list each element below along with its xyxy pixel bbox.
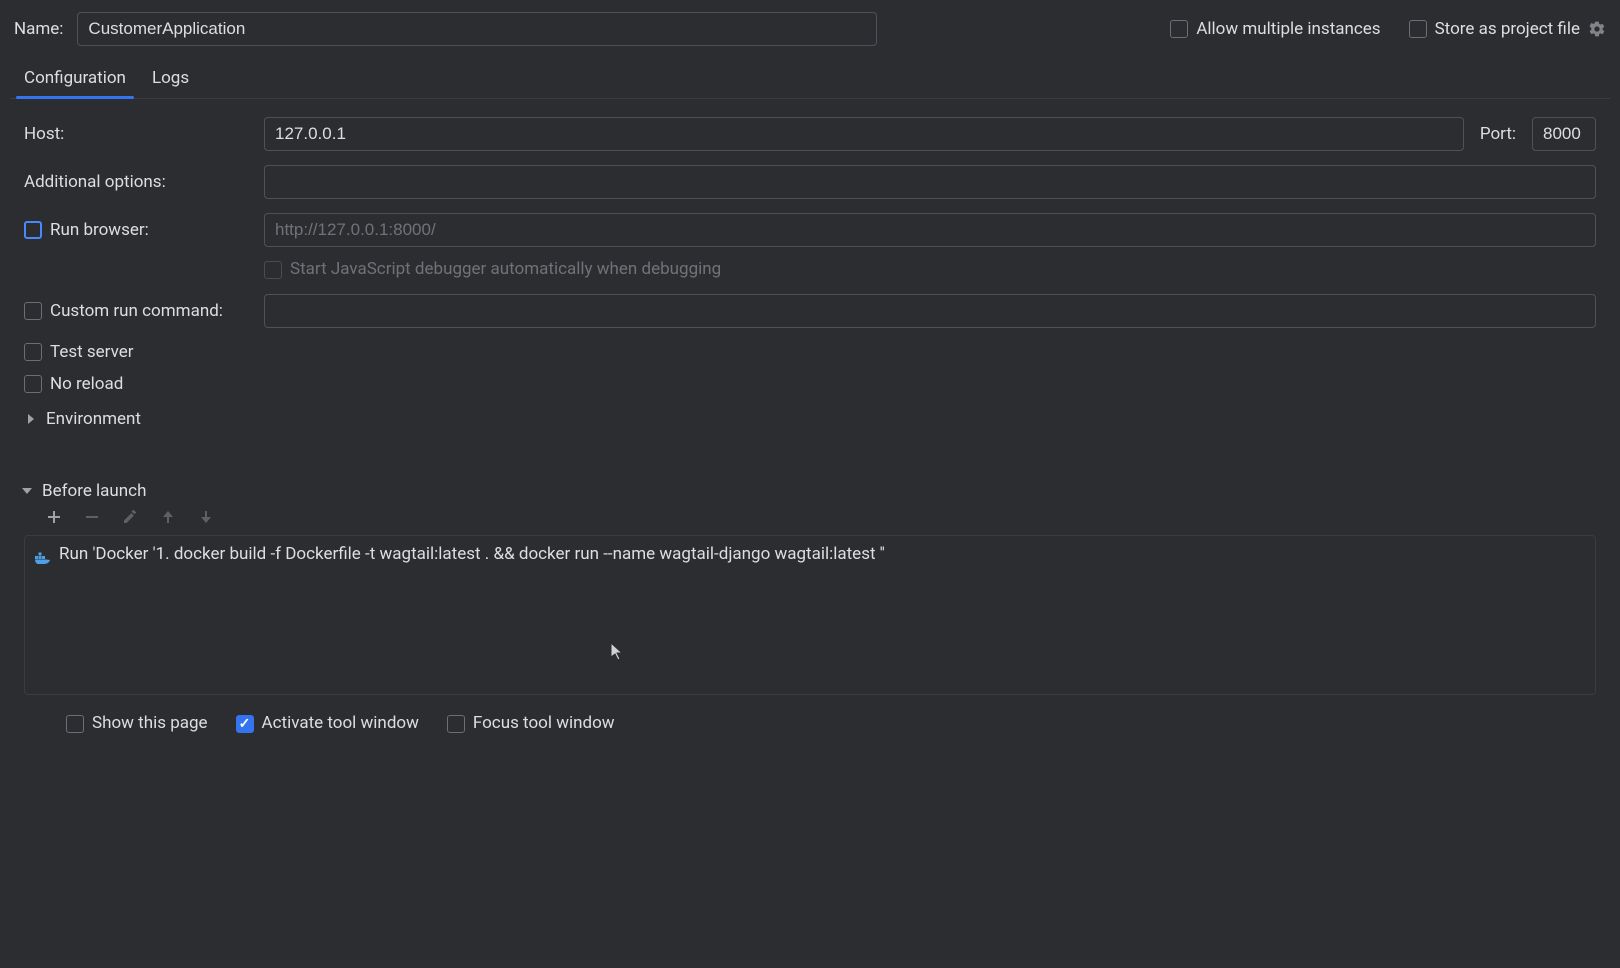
chevron-down-icon — [20, 484, 34, 498]
checkbox-icon — [24, 302, 42, 320]
tab-logs[interactable]: Logs — [150, 60, 191, 98]
additional-options-label: Additional options: — [24, 172, 252, 192]
remove-icon[interactable] — [82, 507, 102, 527]
focus-tool-window-checkbox[interactable]: Focus tool window — [447, 713, 615, 733]
custom-run-command-label: Custom run command: — [50, 301, 223, 321]
host-input[interactable] — [264, 117, 1464, 151]
run-browser-url-input[interactable] — [264, 213, 1596, 247]
checkbox-icon — [236, 715, 254, 733]
move-down-icon[interactable] — [196, 507, 216, 527]
port-input[interactable] — [1532, 117, 1596, 151]
edit-icon[interactable] — [120, 507, 140, 527]
js-debugger-checkbox: Start JavaScript debugger automatically … — [264, 259, 721, 279]
allow-multiple-instances-label: Allow multiple instances — [1196, 19, 1380, 39]
add-icon[interactable] — [44, 507, 64, 527]
js-debugger-label: Start JavaScript debugger automatically … — [290, 259, 721, 279]
activate-tool-window-checkbox[interactable]: Activate tool window — [236, 713, 419, 733]
run-browser-checkbox[interactable]: Run browser: — [24, 220, 252, 240]
activate-tool-window-label: Activate tool window — [262, 713, 419, 733]
store-as-project-file-label: Store as project file — [1435, 19, 1580, 39]
move-up-icon[interactable] — [158, 507, 178, 527]
show-this-page-checkbox[interactable]: Show this page — [66, 713, 208, 733]
checkbox-icon — [1409, 20, 1427, 38]
checkbox-icon — [24, 221, 42, 239]
run-browser-label: Run browser: — [50, 220, 149, 240]
port-label: Port: — [1476, 124, 1520, 144]
checkbox-icon — [24, 375, 42, 393]
name-input[interactable] — [77, 12, 877, 46]
no-reload-label: No reload — [50, 374, 123, 394]
allow-multiple-instances-checkbox[interactable]: Allow multiple instances — [1170, 19, 1380, 39]
custom-run-command-checkbox[interactable]: Custom run command: — [24, 301, 252, 321]
tab-configuration[interactable]: Configuration — [22, 60, 128, 98]
custom-run-command-input[interactable] — [264, 294, 1596, 328]
checkbox-icon — [66, 715, 84, 733]
list-item-text: Run 'Docker '1. docker build -f Dockerfi… — [59, 544, 885, 564]
additional-options-input[interactable] — [264, 165, 1596, 199]
gear-icon[interactable] — [1588, 20, 1606, 38]
before-launch-title: Before launch — [42, 481, 146, 501]
before-launch-expander[interactable]: Before launch — [20, 481, 1596, 501]
show-this-page-label: Show this page — [92, 713, 208, 733]
test-server-checkbox[interactable]: Test server — [24, 342, 1596, 362]
name-label: Name: — [14, 19, 63, 39]
focus-tool-window-label: Focus tool window — [473, 713, 615, 733]
test-server-label: Test server — [50, 342, 134, 362]
no-reload-checkbox[interactable]: No reload — [24, 374, 1596, 394]
tabs: Configuration Logs — [10, 60, 1610, 99]
environment-expander[interactable]: Environment — [24, 409, 1596, 429]
docker-icon — [35, 549, 51, 561]
chevron-right-icon — [24, 412, 38, 426]
environment-label: Environment — [46, 409, 141, 429]
list-item[interactable]: Run 'Docker '1. docker build -f Dockerfi… — [25, 540, 1595, 568]
checkbox-icon — [447, 715, 465, 733]
checkbox-icon — [24, 343, 42, 361]
host-label: Host: — [24, 124, 252, 144]
store-as-project-file-checkbox[interactable]: Store as project file — [1409, 19, 1606, 39]
checkbox-icon — [1170, 20, 1188, 38]
before-launch-toolbar — [24, 501, 1596, 533]
before-launch-list[interactable]: Run 'Docker '1. docker build -f Dockerfi… — [24, 535, 1596, 695]
checkbox-icon — [264, 261, 282, 279]
